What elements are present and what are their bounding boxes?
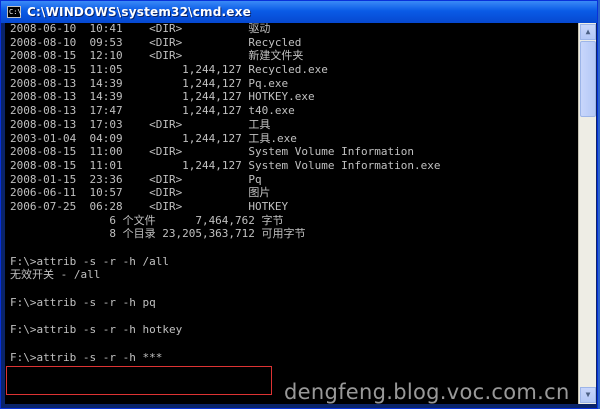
arrow-down-icon: ▼ xyxy=(585,390,591,399)
console-line: 2008-01-15 23:36 <DIR> Pq xyxy=(10,172,262,186)
watermark: dengfeng.blog.voc.com.cn xyxy=(284,380,570,404)
console-line: 2008-08-13 17:03 <DIR> 工具 xyxy=(10,117,271,131)
console-line: 2008-08-13 14:39 1,244,127 Pq.exe xyxy=(10,76,289,90)
console-line: 8 个目录 23,205,363,712 可用字节 xyxy=(10,227,306,241)
console-line: 2008-08-13 17:47 1,244,127 t40.exe xyxy=(10,104,295,118)
scroll-down-button[interactable]: ▼ xyxy=(580,387,596,403)
console-lines: 2008-06-10 10:41 <DIR> 驱动 2008-08-10 09:5… xyxy=(10,22,440,364)
console-line: F:\>attrib -s -r -h hotkey xyxy=(10,323,183,337)
console-line: 2008-08-15 11:05 1,244,127 Recycled.exe xyxy=(10,63,328,77)
vertical-scrollbar[interactable]: ▲ ▼ xyxy=(578,23,596,404)
console-line: F:\>attrib -s -r -h *** xyxy=(10,350,163,364)
highlight-box xyxy=(6,366,272,395)
console-line: 6 个文件 7,464,762 字节 xyxy=(10,213,284,227)
window-title: C:\WINDOWS\system32\cmd.exe xyxy=(27,5,251,19)
console-line: 2006-06-11 10:57 <DIR> 图片 xyxy=(10,186,271,200)
scroll-up-button[interactable]: ▲ xyxy=(580,24,596,40)
console-line: 2006-07-25 06:28 <DIR> HOTKEY xyxy=(10,199,289,213)
console-line: 2003-01-04 04:09 1,244,127 工具.exe xyxy=(10,131,297,145)
console-line: F:\>attrib -s -r -h /all xyxy=(10,254,169,268)
console-line: 2008-08-15 11:01 1,244,127 System Volume… xyxy=(10,158,441,172)
arrow-up-icon: ▲ xyxy=(585,27,591,36)
cmd-icon[interactable]: C:\ xyxy=(7,6,22,18)
scroll-thumb[interactable] xyxy=(580,41,596,117)
console-line: 无效开关 - /all xyxy=(10,268,101,282)
title-bar[interactable]: C:\ C:\WINDOWS\system32\cmd.exe xyxy=(1,1,597,23)
console-line: F:\>attrib -s -r -h pq xyxy=(10,295,156,309)
console-line: 2008-08-15 12:10 <DIR> 新建文件夹 xyxy=(10,49,304,63)
console-line: 2008-08-15 11:00 <DIR> System Volume Inf… xyxy=(10,145,414,159)
console-line: 2008-06-10 10:41 <DIR> 驱动 xyxy=(10,22,271,35)
console-line: 2008-08-13 14:39 1,244,127 HOTKEY.exe xyxy=(10,90,315,104)
console-line: 2008-08-10 09:53 <DIR> Recycled xyxy=(10,35,302,49)
